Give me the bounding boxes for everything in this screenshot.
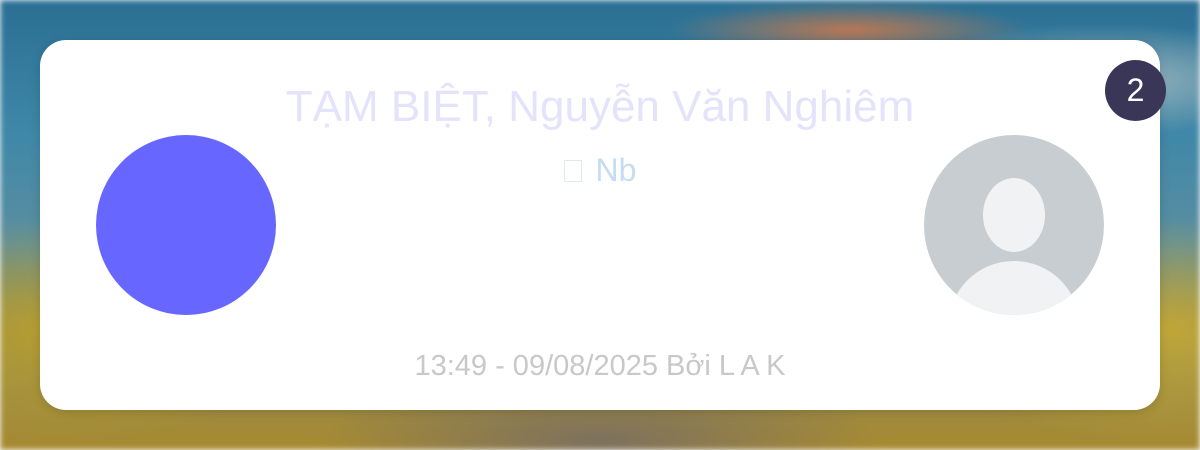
default-user-avatar-icon-head bbox=[983, 178, 1045, 252]
avatar-right bbox=[924, 135, 1104, 315]
tag-label: Nb bbox=[595, 152, 637, 188]
default-user-avatar-icon-body bbox=[948, 261, 1080, 315]
missing-glyph-icon bbox=[563, 160, 582, 182]
card-title: TẠM BIỆT, Nguyễn Văn Nghiêm bbox=[285, 82, 915, 131]
card-footer: 13:49 - 09/08/2025 Bởi L A K bbox=[414, 350, 786, 382]
count-badge: 2 bbox=[1105, 60, 1166, 121]
farewell-card: TẠM BIỆT, Nguyễn Văn Nghiêm Nb 13:49 - 0… bbox=[40, 40, 1160, 410]
avatar-left bbox=[96, 135, 276, 315]
